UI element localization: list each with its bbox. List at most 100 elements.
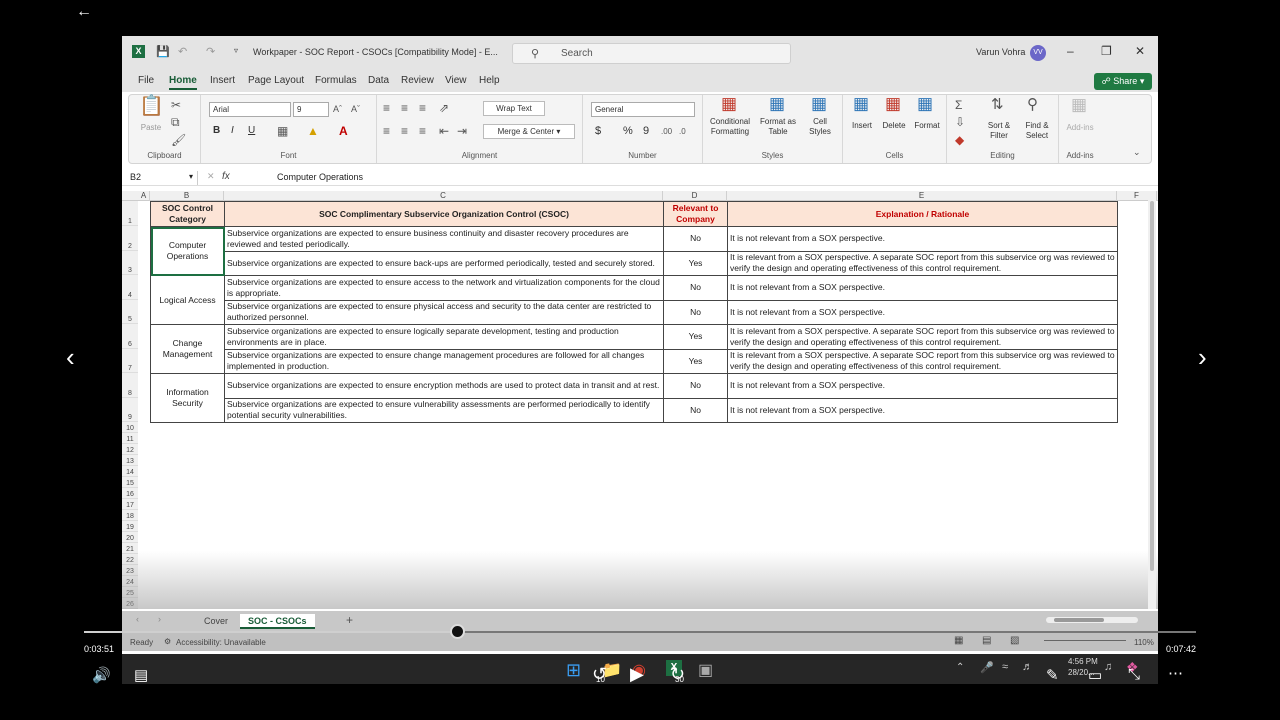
row-header[interactable]: 1 (122, 201, 138, 226)
delete-cells-icon[interactable]: ▦ (885, 95, 901, 112)
align-left-icon[interactable]: ≡ (383, 124, 390, 138)
row-header[interactable]: 7 (122, 348, 138, 373)
csoc-cell[interactable]: Subservice organizations are expected to… (224, 348, 664, 374)
relevant-cell[interactable]: Yes (663, 250, 728, 276)
tab-view[interactable]: View (445, 75, 467, 86)
fx-icon[interactable]: fx (222, 171, 230, 182)
increase-indent-icon[interactable]: ⇥ (457, 124, 467, 138)
delete-cells-button[interactable]: Delete (879, 121, 909, 131)
format-cells-icon[interactable]: ▦ (917, 95, 933, 112)
decrease-indent-icon[interactable]: ⇤ (439, 124, 449, 138)
insert-cells-button[interactable]: Insert (847, 121, 877, 131)
number-format-select[interactable]: General (591, 102, 695, 117)
conditional-formatting-icon[interactable]: ▦ (721, 95, 737, 112)
collapse-ribbon-icon[interactable]: ⌄ (1133, 145, 1141, 159)
avatar[interactable]: VV (1030, 45, 1046, 61)
decrease-decimal-icon[interactable]: .0 (679, 125, 686, 139)
font-size-select[interactable]: 9 (293, 102, 329, 117)
rationale-cell[interactable]: It is not relevant from a SOX perspectiv… (727, 299, 1118, 325)
relevant-cell[interactable]: No (663, 226, 728, 252)
format-painter-icon[interactable]: 🖌 (171, 133, 186, 147)
addins-button[interactable]: Add-ins (1061, 123, 1099, 133)
row-header[interactable]: 4 (122, 275, 138, 300)
row-header[interactable]: 9 (122, 397, 138, 422)
row-header[interactable]: 8 (122, 373, 138, 398)
play-icon[interactable]: ▶ (630, 664, 644, 685)
captions-icon[interactable]: ▤ (134, 666, 148, 684)
comma-button[interactable]: 9 (643, 126, 649, 137)
paste-icon[interactable]: 📋 (139, 96, 164, 116)
header-category[interactable]: SOC Control Category (150, 201, 225, 227)
sort-filter-icon[interactable]: ⇅ (991, 97, 1004, 112)
relevant-cell[interactable]: No (663, 397, 728, 423)
category-cell[interactable]: Information Security (150, 373, 225, 423)
tab-file[interactable]: File (138, 75, 154, 86)
align-top-icon[interactable]: ≡ (383, 101, 390, 115)
wrap-text-button[interactable]: Wrap Text (483, 101, 545, 116)
relevant-cell[interactable]: Yes (663, 348, 728, 374)
row-header[interactable]: 13 (122, 455, 138, 466)
row-header[interactable]: 6 (122, 324, 138, 349)
increase-decimal-icon[interactable]: .00 (661, 125, 672, 139)
tab-page-layout[interactable]: Page Layout (248, 75, 304, 86)
currency-button[interactable]: $ (595, 126, 601, 137)
cancel-icon[interactable]: ✕ (207, 171, 215, 182)
rationale-cell[interactable]: It is not relevant from a SOX perspectiv… (727, 373, 1118, 399)
row-header[interactable]: 5 (122, 299, 138, 324)
orientation-icon[interactable]: ⇗ (439, 101, 449, 115)
bold-button[interactable]: B (213, 126, 220, 136)
borders-icon[interactable]: ▦ (277, 124, 288, 138)
tab-formulas[interactable]: Formulas (315, 75, 357, 86)
cell-styles-icon[interactable]: ▦ (811, 95, 827, 112)
autosum-icon[interactable]: Σ (955, 98, 962, 112)
conditional-formatting-button[interactable]: Conditional Formatting (705, 117, 755, 137)
relevant-cell[interactable]: No (663, 373, 728, 399)
sort-filter-button[interactable]: Sort & Filter (981, 121, 1017, 141)
video-progress-knob[interactable] (449, 624, 465, 639)
miniplayer-icon[interactable]: ▭ (1088, 666, 1102, 684)
undo-icon[interactable]: ↶ (178, 45, 187, 58)
underline-button[interactable]: U (248, 126, 255, 136)
relevant-cell[interactable]: No (663, 275, 728, 301)
find-select-button[interactable]: Find & Select (1019, 121, 1055, 141)
share-button[interactable]: ☍ Share ▾ (1094, 73, 1152, 90)
rationale-cell[interactable]: It is relevant from a SOX perspective. A… (727, 250, 1118, 276)
pen-icon[interactable]: ✎ (1046, 666, 1059, 684)
row-header[interactable]: 14 (122, 466, 138, 477)
row-header[interactable]: 12 (122, 444, 138, 455)
rationale-cell[interactable]: It is not relevant from a SOX perspectiv… (727, 226, 1118, 252)
merge-center-button[interactable]: Merge & Center ▾ (483, 124, 575, 139)
tab-help[interactable]: Help (479, 75, 500, 86)
spreadsheet-grid[interactable]: A B C D E F 1 2 3 4 5 6 7 8 9 10 11 12 13 14 15 16 17 18 1… (122, 191, 1158, 609)
font-name-select[interactable]: Arial (209, 102, 291, 117)
csoc-cell[interactable]: Subservice organizations are expected to… (224, 324, 664, 350)
cut-icon[interactable]: ✂ (171, 98, 181, 112)
row-header[interactable]: 16 (122, 488, 138, 499)
column-header[interactable]: B (150, 191, 224, 201)
column-header[interactable]: D (663, 191, 727, 201)
fullscreen-icon[interactable]: ⤡ (1128, 666, 1140, 683)
back-button[interactable]: ← (70, 2, 98, 24)
csoc-cell[interactable]: Subservice organizations are expected to… (224, 397, 664, 423)
csoc-cell[interactable]: Subservice organizations are expected to… (224, 275, 664, 301)
csoc-cell[interactable]: Subservice organizations are expected to… (224, 299, 664, 325)
insert-cells-icon[interactable]: ▦ (853, 95, 869, 112)
category-cell[interactable]: Change Management (150, 324, 225, 374)
align-bottom-icon[interactable]: ≡ (419, 101, 426, 115)
redo-icon[interactable]: ↷ (206, 45, 215, 58)
scrollbar-thumb[interactable] (1054, 618, 1104, 622)
save-icon[interactable]: 💾 (156, 45, 170, 58)
previous-arrow-icon[interactable]: ‹ (66, 342, 75, 373)
category-cell[interactable]: Logical Access (150, 275, 225, 325)
name-box[interactable]: B2 ▾ (126, 171, 198, 185)
find-select-icon[interactable]: ⚲ (1027, 97, 1038, 112)
row-header[interactable]: 11 (122, 433, 138, 444)
tab-review[interactable]: Review (401, 75, 434, 86)
rationale-cell[interactable]: It is relevant from a SOX perspective. A… (727, 324, 1118, 350)
decrease-font-icon[interactable]: Aˇ (351, 102, 360, 116)
close-icon[interactable]: ✕ (1135, 44, 1145, 58)
format-as-table-button[interactable]: Format as Table (757, 117, 799, 137)
align-middle-icon[interactable]: ≡ (401, 101, 408, 115)
row-header[interactable]: 2 (122, 226, 138, 251)
next-arrow-icon[interactable]: › (1198, 342, 1207, 373)
